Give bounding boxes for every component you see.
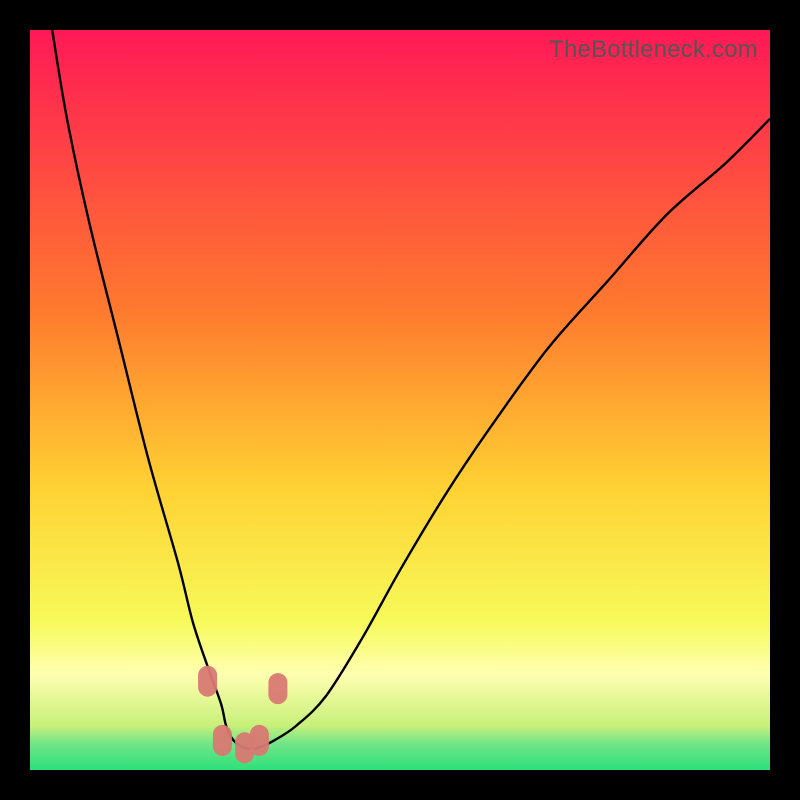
optimal-marker (213, 725, 231, 755)
optimal-marker (199, 666, 217, 696)
chart-plot (30, 30, 770, 770)
bottleneck-curve (52, 30, 770, 749)
watermark-text: TheBottleneck.com (549, 36, 758, 64)
optimal-marker (269, 674, 287, 704)
optimal-marker (250, 725, 268, 755)
chart-frame: TheBottleneck.com (30, 30, 770, 770)
optimal-markers (199, 666, 287, 763)
